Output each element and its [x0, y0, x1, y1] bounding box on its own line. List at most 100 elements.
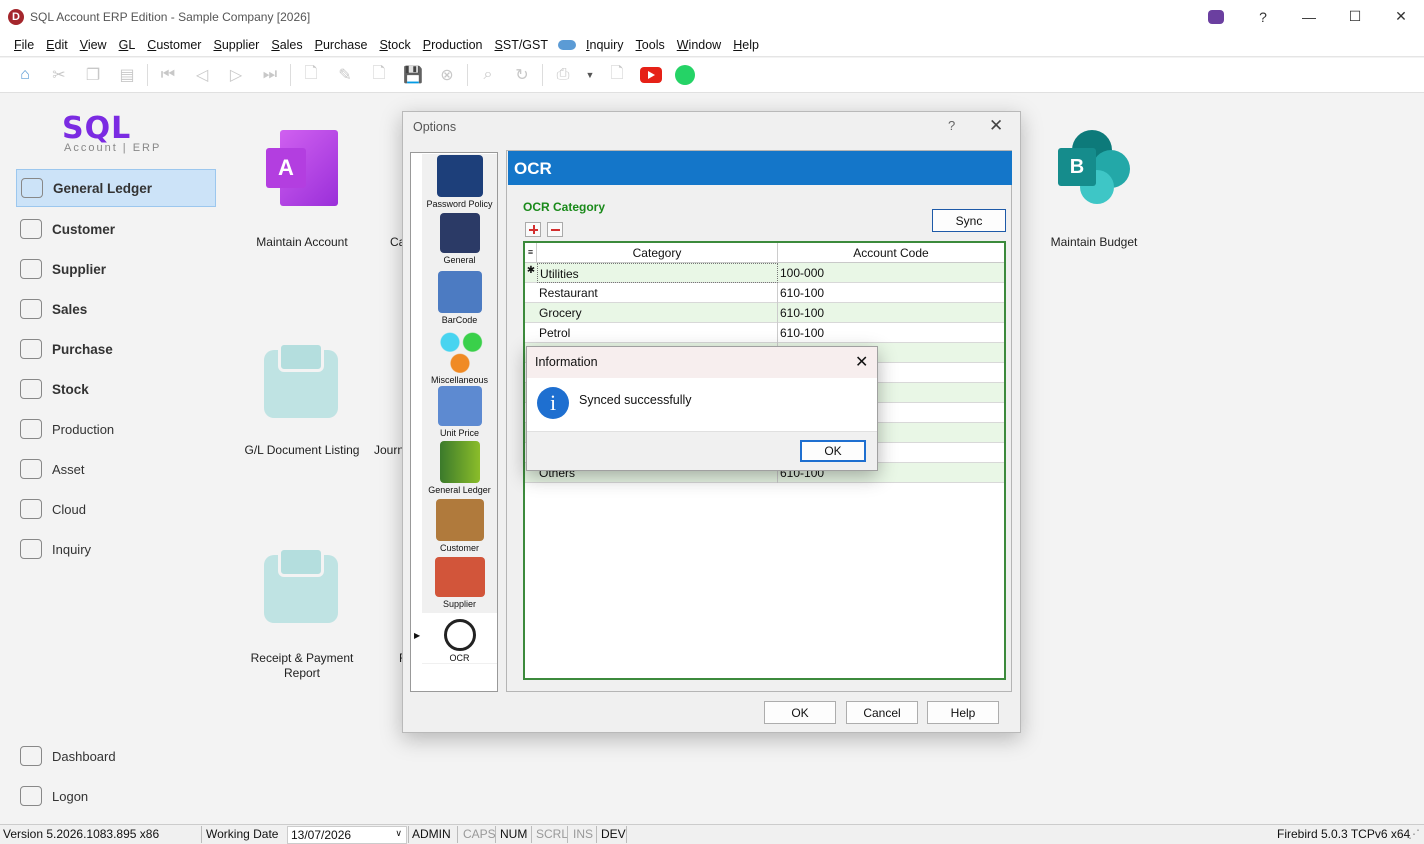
menu-tools[interactable]: Tools	[630, 38, 671, 52]
sidebar-item-inquiry[interactable]: Inquiry	[16, 530, 216, 568]
options-close-button[interactable]: ✕	[989, 116, 1003, 136]
report-icon[interactable]: 🗋	[605, 63, 629, 87]
options-help-button[interactable]: ?	[948, 118, 955, 133]
resize-grip-icon[interactable]: ⋰	[1408, 827, 1420, 841]
maintain-account-label[interactable]: Maintain Account	[232, 235, 372, 249]
menu-window[interactable]: Window	[671, 38, 727, 52]
menu-sst-gst[interactable]: SST/GST	[489, 38, 555, 52]
paste-icon[interactable]: ▤	[115, 63, 139, 87]
next-record-icon[interactable]: ▷	[224, 63, 248, 87]
chevron-down-icon[interactable]: ▼	[585, 63, 595, 87]
receipt-payment-tile-icon[interactable]	[264, 547, 338, 623]
working-date-field[interactable]: 13/07/2026 ∨	[287, 826, 407, 844]
options-ok-button[interactable]: OK	[764, 701, 836, 724]
cell-account-code[interactable]: 100-000	[778, 263, 1004, 283]
column-header-category[interactable]: Category	[537, 243, 778, 263]
category-ocr[interactable]: OCR	[422, 613, 497, 663]
chevron-down-icon[interactable]: ∨	[395, 828, 402, 839]
save-icon[interactable]: 💾	[401, 63, 425, 87]
cut-icon[interactable]: ✂	[47, 63, 71, 87]
menu-inquiry[interactable]: Inquiry	[580, 38, 630, 52]
cell-category[interactable]: Utilities	[537, 263, 778, 283]
menu-customer[interactable]: Customer	[141, 38, 207, 52]
menu-production[interactable]: Production	[417, 38, 489, 52]
category-general[interactable]: General	[422, 213, 497, 265]
first-record-icon[interactable]: ⏮	[156, 63, 180, 87]
sidebar-item-sales[interactable]: Sales	[16, 290, 216, 328]
information-dialog: Information ✕ i Synced successfully OK	[526, 346, 878, 471]
cloud-icon[interactable]	[558, 39, 577, 50]
remove-row-button[interactable]	[547, 222, 563, 237]
minimize-button[interactable]: —	[1286, 9, 1332, 25]
gl-document-listing-tile-icon[interactable]	[264, 342, 338, 418]
table-row[interactable]: Grocery 610-100	[525, 303, 1004, 323]
column-chooser-icon[interactable]: ≡	[525, 243, 537, 263]
prev-record-icon[interactable]: ◁	[190, 63, 214, 87]
new-doc-icon[interactable]: 🗋	[299, 63, 323, 87]
sidebar-item-stock[interactable]: Stock	[16, 370, 216, 408]
gl-document-listing-label[interactable]: G/L Document Listing	[232, 443, 372, 457]
search-icon[interactable]: ⌕	[476, 63, 500, 87]
table-row[interactable]: ✱ Utilities 100-000	[525, 263, 1004, 283]
sidebar-item-cloud[interactable]: Cloud	[16, 490, 216, 528]
close-button[interactable]: ✕	[1378, 8, 1424, 25]
copy-icon[interactable]: ❐	[81, 63, 105, 87]
help-button[interactable]: ?	[1240, 9, 1286, 25]
sidebar-item-general-ledger[interactable]: General Ledger	[16, 169, 216, 207]
info-ok-button[interactable]: OK	[800, 440, 866, 462]
category-password-policy[interactable]: Password Policy	[422, 155, 497, 209]
sync-button[interactable]: Sync	[932, 209, 1006, 232]
refresh-icon[interactable]: ↻	[510, 63, 534, 87]
cell-category[interactable]: Grocery	[537, 303, 778, 323]
delete-doc-icon[interactable]: 🗋	[367, 63, 391, 87]
menu-sales[interactable]: Sales	[265, 38, 308, 52]
sidebar-item-production[interactable]: Production	[16, 410, 216, 448]
options-cancel-button[interactable]: Cancel	[846, 701, 918, 724]
cancel-icon[interactable]: ⊗	[435, 63, 459, 87]
cell-account-code[interactable]: 610-100	[778, 323, 1004, 343]
cell-account-code[interactable]: 610-100	[778, 303, 1004, 323]
receipt-payment-label[interactable]: Receipt & Payment Report	[232, 651, 372, 681]
maintain-account-tile-icon[interactable]: A	[266, 130, 338, 206]
category-barcode[interactable]: BarCode	[422, 271, 497, 325]
maintain-budget-tile-icon[interactable]: B	[1058, 130, 1132, 206]
youtube-icon[interactable]	[639, 63, 663, 87]
sidebar-item-dashboard[interactable]: Dashboard	[16, 737, 216, 775]
category-supplier[interactable]: Supplier	[422, 557, 497, 609]
category-general-ledger[interactable]: General Ledger	[422, 441, 497, 495]
info-close-button[interactable]: ✕	[855, 352, 868, 372]
maintain-budget-label[interactable]: Maintain Budget	[1024, 235, 1164, 249]
sidebar-item-asset[interactable]: Asset	[16, 450, 216, 488]
sidebar-item-supplier[interactable]: Supplier	[16, 250, 216, 288]
category-miscellaneous[interactable]: Miscellaneous	[422, 329, 497, 385]
column-header-account-code[interactable]: Account Code	[778, 243, 1004, 263]
menu-file[interactable]: File	[8, 38, 40, 52]
category-customer[interactable]: Customer	[422, 499, 497, 553]
edit-doc-icon[interactable]: ✎	[333, 63, 357, 87]
menu-stock[interactable]: Stock	[373, 38, 416, 52]
user-avatar-icon[interactable]	[1208, 9, 1224, 24]
menu-supplier[interactable]: Supplier	[207, 38, 265, 52]
maximize-button[interactable]: ☐	[1332, 8, 1378, 25]
add-row-button[interactable]	[525, 222, 541, 237]
options-help-action-button[interactable]: Help	[927, 701, 999, 724]
print-icon[interactable]: ⎙	[551, 63, 575, 87]
sidebar-item-purchase[interactable]: Purchase	[16, 330, 216, 368]
cell-category[interactable]: Petrol	[537, 323, 778, 343]
sidebar-item-logon[interactable]: Logon	[16, 777, 216, 815]
partial-tile-label[interactable]: Journ	[374, 443, 404, 457]
sidebar-item-customer[interactable]: Customer	[16, 210, 216, 248]
table-row[interactable]: Restaurant 610-100	[525, 283, 1004, 303]
table-row[interactable]: Petrol 610-100	[525, 323, 1004, 343]
last-record-icon[interactable]: ⏭	[258, 63, 282, 87]
menu-edit[interactable]: Edit	[40, 38, 74, 52]
menu-help[interactable]: Help	[727, 38, 765, 52]
cell-account-code[interactable]: 610-100	[778, 283, 1004, 303]
menu-gl[interactable]: GL	[113, 38, 142, 52]
menu-purchase[interactable]: Purchase	[309, 38, 374, 52]
home-icon[interactable]: ⌂	[13, 63, 37, 87]
whatsapp-icon[interactable]	[673, 63, 697, 87]
menu-view[interactable]: View	[74, 38, 113, 52]
cell-category[interactable]: Restaurant	[537, 283, 778, 303]
category-unit-price[interactable]: Unit Price	[422, 386, 497, 438]
